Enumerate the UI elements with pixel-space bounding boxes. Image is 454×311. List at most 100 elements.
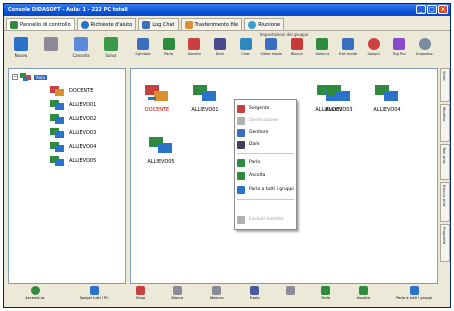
side-tab-label: Tool prof. (442, 147, 447, 165)
computer-allievo05[interactable]: ALLIEVO05 (139, 135, 183, 165)
toolbar-button-exit[interactable]: Exit mode (337, 38, 359, 66)
toolbar-button-parla[interactable]: Parla (158, 38, 180, 66)
computer-label: ALLIEVO04 (373, 107, 401, 113)
computer-allievo04[interactable]: ALLIEVO04 (365, 83, 409, 113)
side-tab-tool-prof[interactable]: Tool prof. (440, 144, 450, 180)
tab-pannello-di-controllo[interactable]: Pannello di controllo (6, 18, 75, 30)
save-group-button[interactable]: Salva (98, 37, 124, 58)
toolbar-button-video[interactable]: Video mode (260, 38, 282, 66)
menu-item-escludi-monitor[interactable]: Escludi monitor (235, 214, 296, 225)
menu-item-dark[interactable]: Dark (235, 139, 296, 150)
menu-item-parla-tutti[interactable]: Parla a tutti i gruppi (235, 184, 296, 195)
power-on-button[interactable]: Accendi pc (25, 286, 45, 306)
menu-item-parla[interactable]: Parla (235, 157, 296, 168)
toolbar-button-spegni[interactable]: Spegni (363, 38, 385, 66)
collapse-icon[interactable]: − (12, 74, 18, 80)
dark-icon (213, 38, 226, 50)
folder-icon (44, 37, 58, 51)
side-tab-label: Monitor (442, 107, 447, 122)
bottom-button-parla[interactable]: Parla (321, 286, 331, 306)
toolbar-button[interactable] (38, 37, 64, 53)
bottom-button-parla-tutti[interactable]: Parla a tutti i gruppi (396, 286, 432, 306)
tab-log-chat[interactable]: Log Chat (138, 18, 179, 30)
bottom-button-label: Parla (321, 296, 331, 300)
side-tab-sinte[interactable]: Sinte (440, 68, 450, 102)
delete-group-button[interactable]: Cancella (68, 37, 94, 58)
power-toolbar: Accendi pc Spegni tutti i PC (8, 286, 126, 306)
bottom-button-label: Accendi pc (25, 296, 45, 300)
speak-icon (321, 286, 331, 295)
toolbar-button-sblocca[interactable]: Sblocca (311, 38, 333, 66)
speak-icon (237, 158, 245, 167)
toolbar-label: Impostaz. (416, 52, 434, 56)
toolbar-button-tagpro[interactable]: Tag Pro (388, 38, 410, 66)
broadcast-icon (237, 185, 245, 194)
toolbar-button-chat[interactable]: Chat (235, 38, 257, 66)
tree-item-allievo05[interactable]: ALLIEVO05 (49, 155, 96, 167)
tree-root[interactable]: − Aula (12, 72, 47, 82)
menu-item-label: Sorgente (249, 106, 270, 111)
side-tab-monitor[interactable]: Monitor (440, 104, 450, 142)
tree-item-allievo04[interactable]: ALLIEVO04 (49, 141, 96, 153)
toolbar-button-ascolta[interactable]: Ascolta (183, 38, 205, 66)
computer-allievo03[interactable]: ALLIEVO03 (317, 83, 361, 113)
menu-item-destinazione[interactable]: Destinazione (235, 115, 296, 126)
maximize-button[interactable]: □ (427, 5, 437, 14)
bottom-button-drag[interactable]: Drag (136, 286, 145, 306)
bottom-button-sblocca[interactable]: Sblocca (210, 286, 224, 306)
tab-trasferimento-file[interactable]: Trasferimento file (180, 18, 243, 30)
student-pc-icon (50, 100, 64, 110)
new-group-button[interactable]: Nuovo (8, 37, 34, 58)
toolbar-label: Tag Pro (392, 52, 406, 56)
power-icon (367, 38, 380, 50)
menu-item-sorgente[interactable]: Sorgente (235, 103, 296, 114)
bottom-button-esplo[interactable]: Esplo (250, 286, 260, 306)
monitor-icon (285, 286, 295, 295)
tab-riunione[interactable]: Riunione (244, 18, 285, 30)
toolbar-label: Exit mode (338, 52, 358, 56)
menu-item-ascolta[interactable]: Ascolta (235, 170, 296, 181)
side-tab-blocco-prof[interactable]: Blocco prof. (440, 182, 450, 222)
tree-item-allievo03[interactable]: ALLIEVO03 (49, 127, 96, 139)
tree-item-allievo02[interactable]: ALLIEVO02 (49, 113, 96, 125)
destination-icon (237, 116, 245, 125)
tab-richieste-aiuto[interactable]: Richieste d'aiuto (76, 18, 137, 30)
minimize-button[interactable]: _ (416, 5, 426, 14)
toolbar-button-impostazioni[interactable]: Impostaz. (414, 38, 436, 66)
menu-item-genitore[interactable]: Genitore (235, 127, 296, 138)
lock-icon (290, 38, 303, 50)
explore-icon (250, 286, 260, 295)
computer-allievo01[interactable]: ALLIEVO01 (183, 83, 227, 113)
menu-separator (237, 153, 294, 154)
tab-label: Riunione (258, 21, 281, 28)
toolbar-label: Nuovo (14, 53, 28, 58)
help-request-icon (80, 20, 89, 29)
bottom-button-blocca[interactable]: Blocca (171, 286, 183, 306)
student-pc-icon (193, 85, 216, 101)
student-pc-icon (50, 156, 64, 166)
chat-icon (239, 38, 252, 50)
listen-icon (188, 38, 201, 50)
toolbar-label: Ascolta (187, 52, 201, 56)
network-group-icon (20, 73, 31, 81)
menu-item-label: Genitore (249, 130, 269, 135)
close-button[interactable]: × (438, 5, 448, 14)
exit-icon (342, 38, 354, 50)
window-title: Console DIDASOFT - Aula: 1 - 222 PC tota… (8, 7, 128, 13)
power-on-icon (30, 286, 40, 295)
bottom-button-ascolta[interactable]: Ascolta (357, 286, 370, 306)
side-tab-proprieta[interactable]: Proprietà (440, 224, 450, 262)
toolbar-button-sgridato[interactable]: Sgridato (132, 38, 154, 66)
power-off-all-button[interactable]: Spegni tutti i PC (80, 286, 109, 306)
computer-docente[interactable]: DOCENTE (135, 83, 179, 113)
tab-label: Log Chat (152, 21, 175, 28)
computer-label: ALLIEVO03 (325, 107, 353, 113)
toolbar-button-dark[interactable]: Dark (209, 38, 231, 66)
group-toolbar: Nuovo Cancella Salva (6, 34, 126, 66)
tree-item-label: ALLIEVO02 (69, 116, 97, 122)
bottom-button[interactable] (285, 286, 295, 306)
tree-item-docente[interactable]: DOCENTE (49, 85, 93, 97)
unlock-icon (316, 38, 329, 50)
toolbar-button-blocca[interactable]: Blocca (286, 38, 308, 66)
tree-item-allievo01[interactable]: ALLIEVO01 (49, 99, 96, 111)
